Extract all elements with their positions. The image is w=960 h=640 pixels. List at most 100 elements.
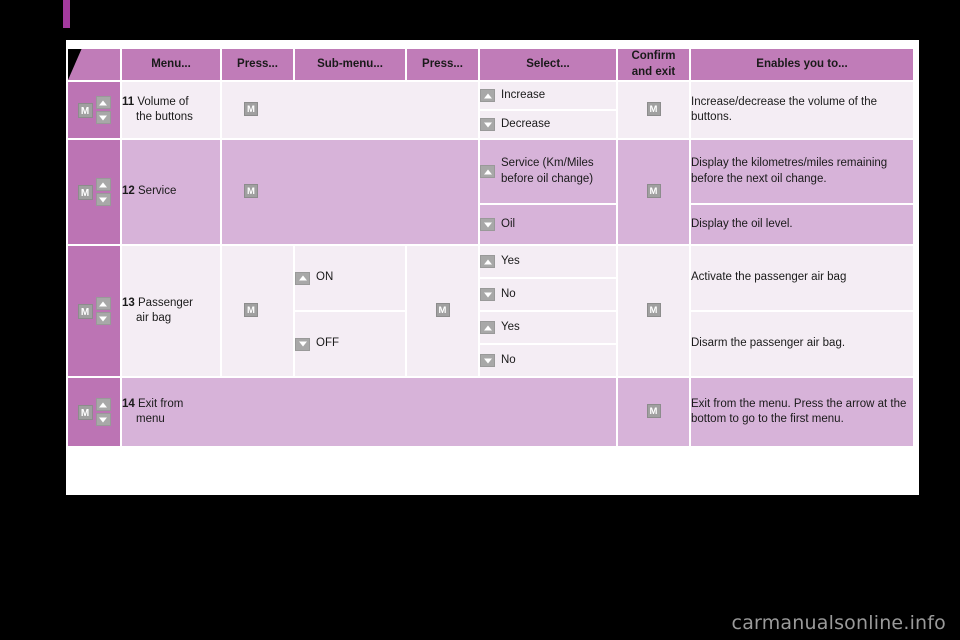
m-icon[interactable]: M — [77, 184, 93, 200]
row-12-menu-cell: 12 Service — [122, 140, 220, 245]
up-arrow-icon[interactable] — [480, 321, 495, 335]
row-12-number: 12 — [122, 185, 135, 198]
select-label: Increase — [501, 88, 546, 101]
m-icon[interactable]: M — [646, 184, 661, 199]
row-13-select-yes-2[interactable]: Yes — [480, 312, 616, 344]
row-11-select-decrease[interactable]: Decrease — [480, 111, 616, 139]
m-icon[interactable]: M — [435, 303, 450, 318]
down-arrow-icon[interactable] — [95, 111, 111, 125]
row-13-description-1: Activate the passenger air bag — [691, 246, 913, 311]
row-13-submenu-on[interactable]: ON — [295, 246, 405, 311]
row-11-number: 11 — [122, 95, 135, 108]
m-icon[interactable]: M — [244, 102, 258, 117]
submenu-label: OFF — [316, 337, 339, 350]
table-row: M 13 Passenger air bag M ON M Yes M Acti… — [68, 246, 913, 377]
up-arrow-icon[interactable] — [480, 255, 495, 269]
m-icon[interactable]: M — [646, 404, 661, 419]
header-press: Press... — [222, 49, 293, 81]
row-11-menu-line-1: Volume of — [137, 95, 189, 108]
select-label: No — [501, 353, 516, 366]
row-13-select-yes-1[interactable]: Yes — [480, 246, 616, 278]
header-press-2: Press... — [407, 49, 478, 81]
row-14-confirm-cell[interactable]: M — [618, 378, 689, 447]
row-14-nav-cell[interactable]: M — [68, 378, 120, 447]
row-11-menu-line-2: the buttons — [136, 111, 193, 124]
site-watermark: carmanualsonline.info — [731, 612, 946, 634]
select-label: Yes — [501, 320, 520, 333]
header-menu: Menu... — [122, 49, 220, 81]
corner-wedge-shape — [68, 49, 120, 81]
table-row: M 14 Exit from menu M Exit from the menu — [68, 378, 913, 447]
row-13-submenu-off[interactable]: OFF — [295, 312, 405, 377]
select-label: Oil — [501, 217, 516, 230]
row-12-select-service[interactable]: Service (Km/Miles before oil change) — [480, 140, 616, 204]
row-14-menu-line-1: Exit from — [138, 397, 184, 410]
row-12-press-cell[interactable]: M — [222, 140, 478, 245]
up-arrow-icon[interactable] — [295, 271, 310, 285]
row-13-confirm-cell[interactable]: M — [618, 246, 689, 377]
row-13-press-cell[interactable]: M — [222, 246, 293, 377]
m-icon[interactable]: M — [244, 184, 258, 199]
down-arrow-icon[interactable] — [480, 288, 495, 302]
down-arrow-icon[interactable] — [480, 118, 495, 132]
up-arrow-icon[interactable] — [95, 398, 111, 412]
table-header-row: Menu... Press... Sub-menu... Press... Se… — [68, 49, 913, 81]
row-13-menu-cell: 13 Passenger air bag — [122, 246, 220, 377]
header-confirm-line-1: Confirm — [631, 50, 676, 62]
submenu-label: ON — [316, 271, 334, 284]
row-11-press-cell[interactable]: M — [222, 82, 478, 139]
down-arrow-icon[interactable] — [480, 218, 495, 232]
table-row: M 11 Volume of the buttons M Increase M … — [68, 82, 913, 139]
row-13-select-no-2[interactable]: No — [480, 345, 616, 377]
down-arrow-icon[interactable] — [95, 312, 111, 326]
row-13-nav-cell[interactable]: M — [68, 246, 120, 377]
down-arrow-icon[interactable] — [95, 413, 111, 427]
row-14-description: Exit from the menu. Press the arrow at t… — [691, 378, 913, 447]
row-13-number: 13 — [122, 296, 135, 309]
row-13-menu-line-1: Passenger — [138, 296, 193, 309]
m-icon[interactable]: M — [77, 303, 93, 319]
row-11-nav-cell[interactable]: M — [68, 82, 120, 139]
row-14-menu-line-2: menu — [136, 413, 165, 426]
down-arrow-icon[interactable] — [480, 354, 495, 368]
header-confirm-and-exit: Confirm and exit — [618, 49, 689, 81]
up-arrow-icon[interactable] — [480, 165, 495, 179]
up-arrow-icon[interactable] — [95, 178, 111, 192]
row-12-menu-line-1: Service — [138, 185, 177, 198]
row-12-description-1: Display the kilometres/miles remaining b… — [691, 140, 913, 204]
m-icon[interactable]: M — [646, 102, 661, 117]
menu-reference-table: Menu... Press... Sub-menu... Press... Se… — [66, 47, 915, 448]
down-arrow-icon[interactable] — [95, 193, 111, 207]
row-11-menu-cell: 11 Volume of the buttons — [122, 82, 220, 139]
row-14-menu-cell: 14 Exit from menu — [122, 378, 616, 447]
row-12-nav-cell[interactable]: M — [68, 140, 120, 245]
select-label: Decrease — [501, 117, 551, 130]
row-12-description-2: Display the oil level. — [691, 205, 913, 245]
header-confirm-line-2: and exit — [631, 65, 676, 78]
header-select: Select... — [480, 49, 616, 81]
m-icon[interactable]: M — [77, 404, 93, 420]
table-row: M 12 Service M Service (Km/Miles before … — [68, 140, 913, 245]
select-label: Service (Km/Miles before oil change) — [501, 157, 594, 185]
row-14-number: 14 — [122, 397, 135, 410]
header-enables-you-to: Enables you to... — [691, 49, 913, 81]
down-arrow-icon[interactable] — [295, 337, 310, 351]
row-12-select-oil[interactable]: Oil — [480, 205, 616, 245]
row-13-menu-line-2: air bag — [136, 312, 172, 325]
row-13-press2-cell[interactable]: M — [407, 246, 478, 377]
up-arrow-icon[interactable] — [95, 297, 111, 311]
manual-page-sheet: Menu... Press... Sub-menu... Press... Se… — [66, 40, 919, 495]
up-arrow-icon[interactable] — [480, 89, 495, 103]
m-icon[interactable]: M — [646, 303, 661, 318]
row-13-select-no-1[interactable]: No — [480, 279, 616, 311]
header-corner-wedge — [68, 49, 120, 81]
select-label: No — [501, 287, 516, 300]
m-icon[interactable]: M — [244, 303, 258, 318]
row-11-confirm-cell[interactable]: M — [618, 82, 689, 139]
up-arrow-icon[interactable] — [95, 96, 111, 110]
row-13-description-2: Disarm the passenger air bag. — [691, 312, 913, 377]
m-icon[interactable]: M — [77, 102, 93, 118]
row-11-select-increase[interactable]: Increase — [480, 82, 616, 110]
select-label: Yes — [501, 254, 520, 267]
row-12-confirm-cell[interactable]: M — [618, 140, 689, 245]
